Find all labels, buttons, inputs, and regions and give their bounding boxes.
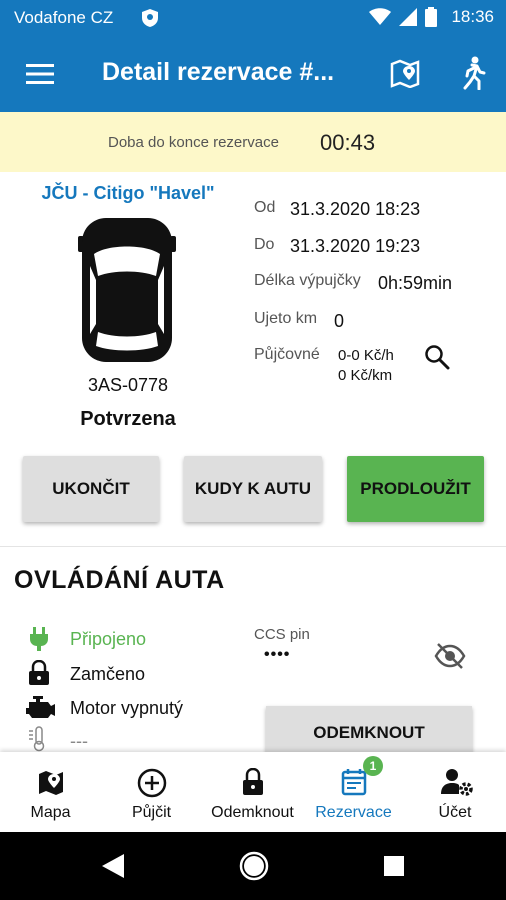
battery-icon — [425, 7, 438, 27]
lock-icon — [243, 768, 263, 795]
nav-rent[interactable]: Půjčit — [101, 752, 202, 832]
nav-map[interactable]: Mapa — [0, 752, 101, 832]
recents-icon[interactable] — [384, 856, 404, 876]
ccs-pin-label: CCS pin — [254, 626, 310, 643]
rent-label: Půjčovné — [254, 346, 320, 363]
rent-per-hour: 0-0 Kč/h — [338, 347, 394, 364]
calendar-icon — [341, 769, 367, 796]
ccs-pin-value: •••• — [264, 646, 291, 663]
carrier-name: Vodafone CZ — [14, 8, 114, 27]
system-navigation-bar — [0, 832, 506, 900]
lock-icon — [29, 660, 49, 685]
km-value: 0 — [334, 311, 345, 331]
duration-label: Délka výpujčky — [254, 272, 361, 289]
car-icon — [78, 218, 176, 362]
connection-status: Připojeno — [70, 629, 147, 649]
reservation-timer-bar: Doba do konce rezervace 00:43 — [0, 112, 506, 172]
back-icon[interactable] — [102, 854, 124, 878]
nav-unlock-label: Odemknout — [211, 804, 294, 821]
signal-icon — [399, 8, 418, 26]
wifi-icon — [369, 8, 392, 25]
bottom-navigation: Mapa Půjčit Odemknout 1 Rezervace Účet — [0, 752, 506, 832]
plus-circle-icon — [137, 768, 167, 798]
page-title: Detail rezervace #... — [102, 58, 335, 86]
to-label: Do — [254, 236, 275, 253]
engine-icon — [26, 696, 55, 718]
car-plate: 3AS-0778 — [87, 375, 169, 395]
home-icon[interactable] — [238, 850, 270, 882]
extend-button[interactable]: PRODLOUŽIT — [347, 456, 484, 522]
nav-account-label: Účet — [438, 804, 472, 821]
eye-off-icon[interactable] — [434, 642, 466, 670]
end-button[interactable]: UKONČIT — [23, 456, 159, 522]
route-to-car-button[interactable]: KUDY K AUTU — [184, 456, 322, 522]
lock-status: Zamčeno — [70, 664, 146, 684]
divider — [0, 546, 506, 547]
account-settings-icon — [441, 769, 473, 796]
reservations-badge: 1 — [363, 756, 383, 776]
plug-icon — [30, 627, 48, 651]
nav-reservations-label: Rezervace — [315, 804, 392, 821]
car-name: JČU - Citigo "Havel" — [41, 183, 215, 203]
menu-icon[interactable] — [26, 62, 54, 86]
from-value: 31.3.2020 18:23 — [290, 199, 421, 219]
clock: 18:36 — [451, 7, 494, 26]
nav-unlock[interactable]: Odemknout — [202, 752, 303, 832]
map-icon[interactable] — [390, 58, 420, 88]
nav-account[interactable]: Účet — [404, 752, 506, 832]
to-value: 31.3.2020 19:23 — [290, 236, 421, 256]
duration-value: 0h:59min — [378, 273, 453, 293]
search-icon[interactable] — [424, 344, 450, 370]
temperature-value: --- — [70, 731, 88, 751]
timer-label: Doba do konce rezervace — [108, 134, 279, 151]
engine-status: Motor vypnutý — [70, 698, 184, 718]
reservation-state: Potvrzena — [80, 408, 176, 430]
app-bar: Detail rezervace #... — [0, 36, 506, 112]
location-shield-icon — [142, 9, 158, 27]
walking-icon[interactable] — [458, 56, 488, 90]
km-label: Ujeto km — [254, 310, 318, 327]
from-label: Od — [254, 199, 276, 216]
nav-map-label: Mapa — [30, 804, 71, 821]
map-icon — [39, 771, 63, 795]
car-control-title: OVLÁDÁNÍ AUTA — [14, 566, 225, 594]
timer-value: 00:43 — [320, 130, 376, 155]
status-bar: Vodafone CZ 18:36 — [0, 0, 506, 36]
nav-reservations[interactable]: 1 Rezervace — [303, 752, 404, 832]
thermometer-icon — [29, 726, 45, 752]
rent-per-km: 0 Kč/km — [338, 367, 393, 384]
status-icons: 18:36 — [369, 7, 494, 27]
nav-rent-label: Půjčit — [131, 804, 172, 821]
